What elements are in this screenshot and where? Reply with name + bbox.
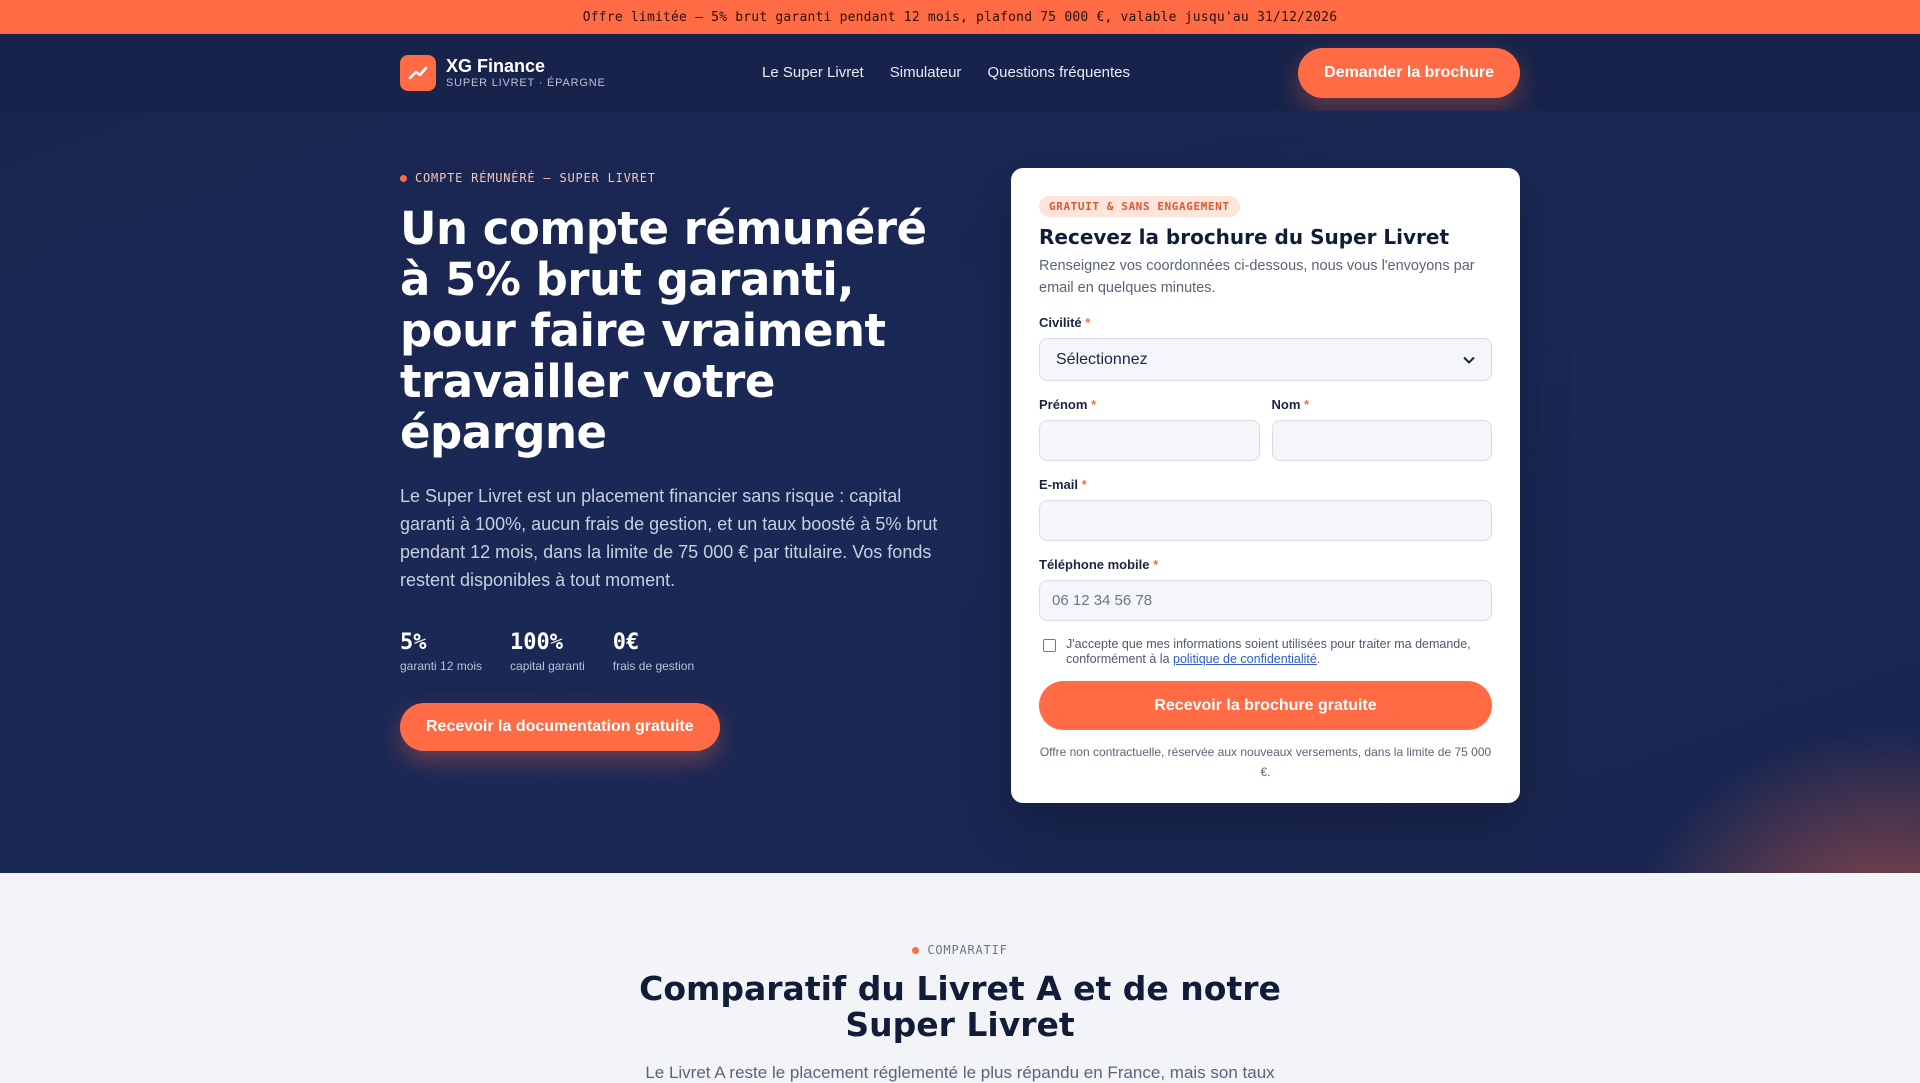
nav-link-super-livret[interactable]: Le Super Livret — [762, 64, 864, 81]
hero-title: Un compte rémunéré à 5% brut garanti, po… — [400, 202, 927, 459]
email-input[interactable] — [1039, 500, 1492, 541]
hero-section: COMPTE RÉMUNÉRÉ — SUPER LIVRET Un compte… — [0, 111, 1920, 873]
prenom-input[interactable] — [1039, 420, 1260, 461]
consent-text: J'accepte que mes informations soient ut… — [1066, 637, 1471, 666]
consent-row: J'accepte que mes informations soient ut… — [1039, 637, 1492, 667]
prenom-label: Prénom * — [1039, 397, 1097, 412]
stat-value: 0€ — [612, 630, 640, 655]
comparison-eyebrow: COMPARATIF — [0, 943, 1920, 957]
stat-label: garanti 12 mois — [400, 659, 483, 673]
stat-value: 100% — [510, 630, 564, 655]
name-row: Prénom * Nom * — [1039, 397, 1492, 461]
submit-brochure-button[interactable]: Recevoir la brochure gratuite — [1039, 681, 1492, 730]
phone-field: Téléphone mobile * — [1039, 557, 1492, 621]
request-brochure-button[interactable]: Demander la brochure — [1298, 47, 1520, 98]
nom-input[interactable] — [1271, 420, 1492, 461]
nom-label: Nom * — [1271, 397, 1310, 412]
free-documentation-button[interactable]: Recevoir la documentation gratuite — [400, 703, 720, 751]
promo-banner-text: Offre limitée — 5% brut garanti pendant … — [582, 9, 1338, 25]
hero-eyebrow-text: COMPTE RÉMUNÉRÉ — SUPER LIVRET — [415, 171, 656, 185]
form-title: Recevez la brochure du Super Livret — [1039, 225, 1450, 249]
promo-banner: Offre limitée — 5% brut garanti pendant … — [0, 0, 1920, 34]
comparison-title: Comparatif du Livret A et de notre Super … — [639, 969, 1281, 1044]
hero-content: COMPTE RÉMUNÉRÉ — SUPER LIVRET Un compte… — [400, 171, 960, 751]
privacy-policy-link[interactable]: politique de confidentialité — [1173, 652, 1317, 666]
brand[interactable]: XG Finance SUPER LIVRET · ÉPARGNE — [400, 54, 606, 91]
hero-eyebrow: COMPTE RÉMUNÉRÉ — SUPER LIVRET — [400, 171, 960, 185]
brochure-form-card: GRATUIT & SANS ENGAGEMENT Recevez la bro… — [1011, 168, 1520, 803]
trend-up-icon — [400, 54, 436, 91]
stat-fees: 0€ frais de gestion — [613, 630, 694, 673]
comparison-eyebrow-text: COMPARATIF — [927, 943, 1008, 957]
email-field: E-mail * — [1039, 477, 1492, 541]
hero-description: Le Super Livret est un placement financi… — [400, 486, 938, 590]
stat-label: frais de gestion — [612, 659, 695, 673]
chevron-down-icon — [1463, 356, 1475, 364]
comparison-intro: Le Livret A reste le placement réglement… — [645, 1063, 1275, 1082]
nav-link-faq[interactable]: Questions fréquentes — [987, 64, 1130, 81]
civilite-select[interactable]: Sélectionnez — [1039, 338, 1492, 381]
stat-label: capital garanti — [510, 659, 585, 673]
comparison-section: COMPARATIF Comparatif du Livret A et de … — [0, 873, 1920, 1082]
consent-checkbox[interactable] — [1043, 639, 1056, 652]
stat-capital: 100% capital garanti — [510, 630, 585, 673]
nav-links: Le Super Livret Simulateur Questions fré… — [762, 64, 1130, 81]
form-subtitle: Renseignez vos coordonnées ci-dessous, n… — [1039, 258, 1475, 296]
civilite-label: Civilité * — [1039, 315, 1091, 330]
nav-link-simulateur[interactable]: Simulateur — [890, 64, 962, 81]
phone-label: Téléphone mobile * — [1039, 557, 1159, 572]
email-label: E-mail * — [1039, 477, 1087, 492]
stat-rate: 5% garanti 12 mois — [400, 630, 482, 673]
hero-stats: 5% garanti 12 mois 100% capital garanti … — [400, 630, 960, 673]
dot-icon — [912, 946, 920, 954]
stat-value: 5% — [400, 630, 427, 655]
free-badge: GRATUIT & SANS ENGAGEMENT — [1039, 196, 1240, 217]
brand-tagline: SUPER LIVRET · ÉPARGNE — [446, 76, 606, 89]
form-disclaimer: Offre non contractuelle, réservée aux no… — [1039, 745, 1492, 779]
main-nav: XG Finance SUPER LIVRET · ÉPARGNE Le Sup… — [0, 34, 1920, 111]
phone-input[interactable] — [1039, 580, 1492, 621]
civilite-selected-value: Sélectionnez — [1056, 350, 1148, 368]
dot-icon — [400, 174, 407, 182]
brand-name: XG Finance — [446, 55, 546, 76]
civilite-field: Civilité * Sélectionnez — [1039, 315, 1492, 381]
